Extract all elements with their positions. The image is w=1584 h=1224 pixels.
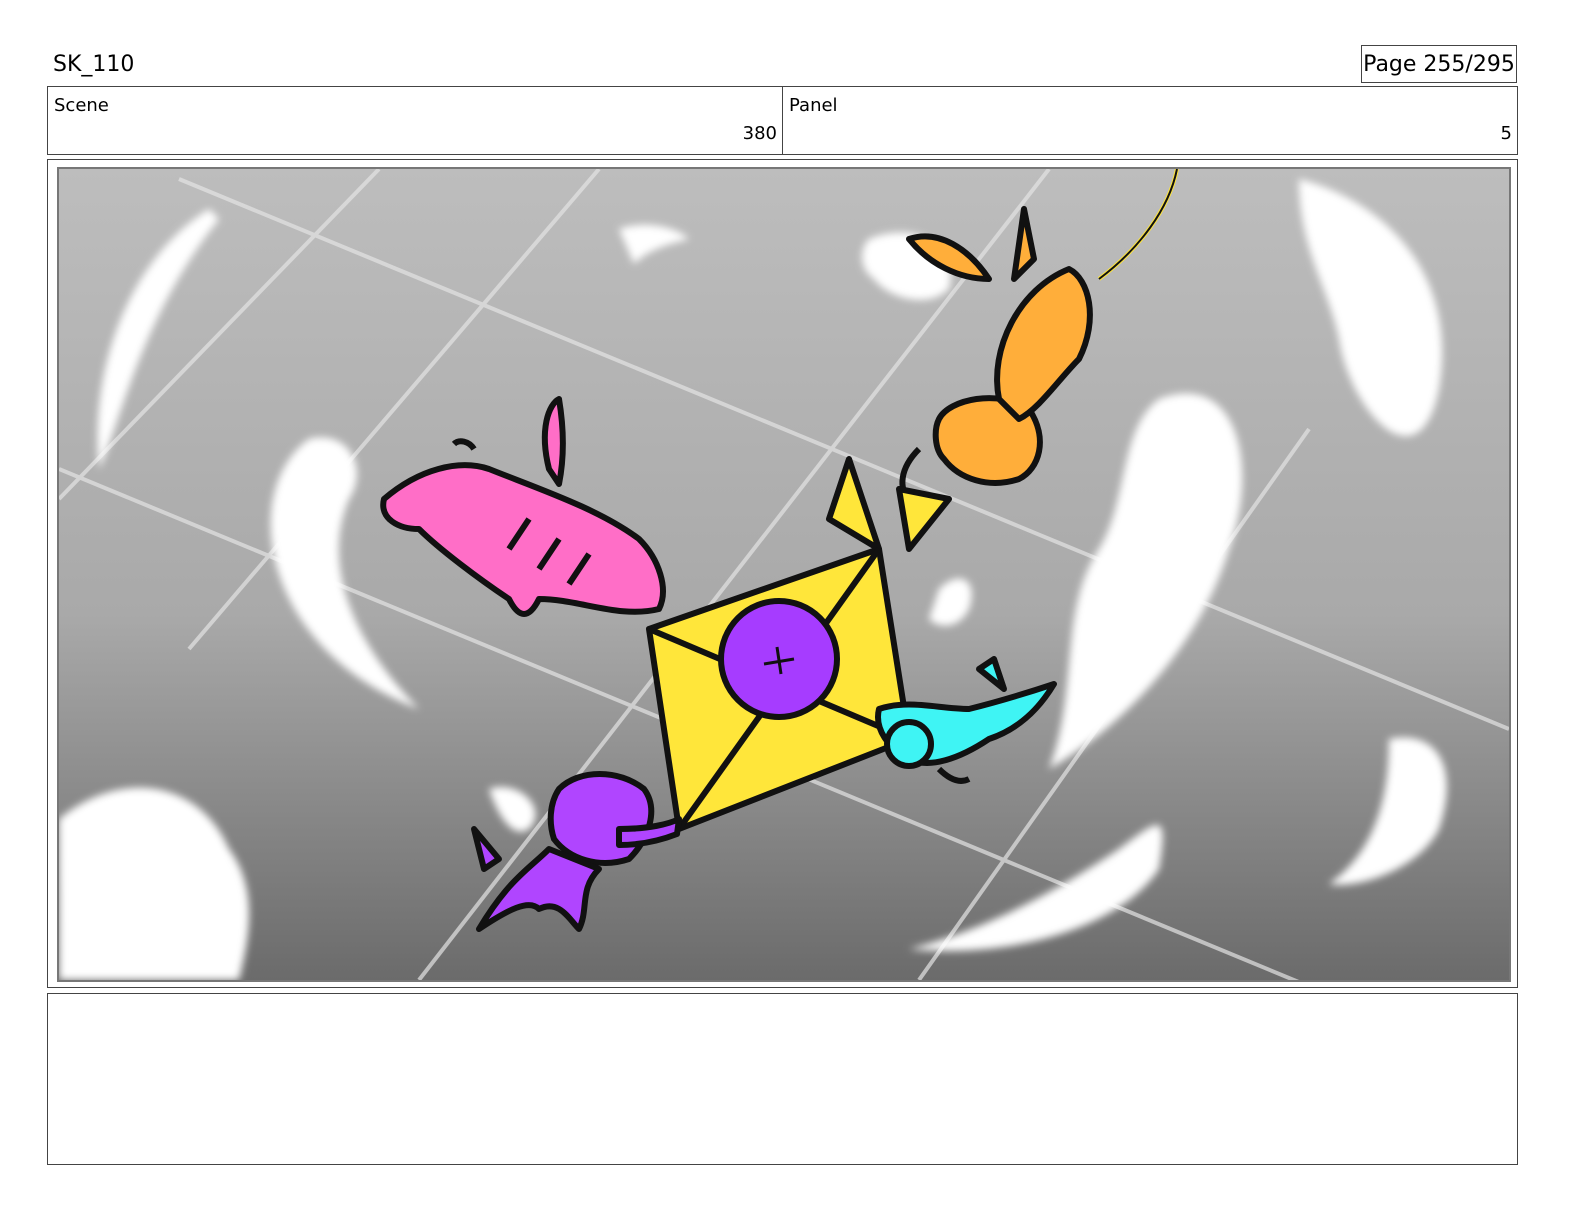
page-counter: Page 255/295 <box>1361 45 1517 83</box>
panel-cell: Panel 5 <box>782 87 1517 154</box>
project-id: SK_110 <box>53 52 135 77</box>
scene-cell: Scene 380 <box>48 87 782 154</box>
notes-box <box>47 993 1518 1165</box>
scene-number: 380 <box>742 123 777 144</box>
storyboard-drawing <box>59 169 1509 980</box>
sky-background <box>59 169 1509 980</box>
panel-number: 5 <box>1500 123 1512 144</box>
info-row: Scene 380 Panel 5 <box>47 86 1518 155</box>
storyboard-frame <box>57 167 1511 982</box>
panel-label: Panel <box>789 95 838 116</box>
scene-label: Scene <box>54 95 109 116</box>
